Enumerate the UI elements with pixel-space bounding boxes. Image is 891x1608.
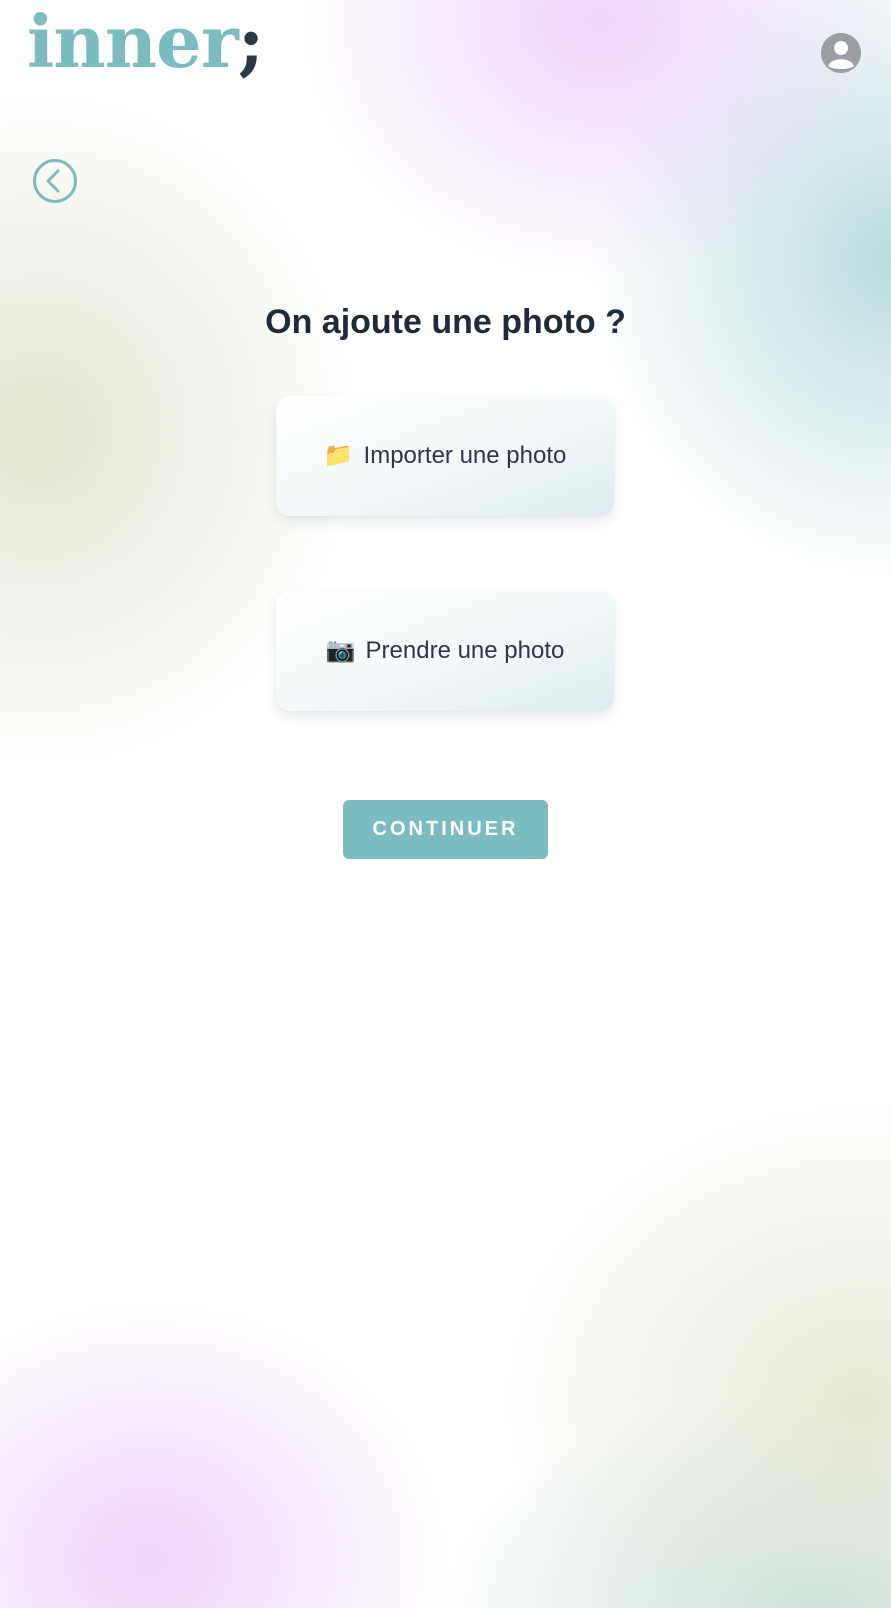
user-circle-icon bbox=[821, 33, 861, 73]
page-title: On ajoute une photo ? bbox=[265, 302, 626, 341]
profile-button[interactable] bbox=[821, 33, 861, 73]
chevron-left-circle-icon bbox=[33, 159, 77, 203]
import-photo-button[interactable]: 📁 Importer une photo bbox=[276, 396, 614, 516]
take-photo-label: Prendre une photo bbox=[365, 637, 565, 664]
app-logo: inner; bbox=[27, 6, 264, 78]
continue-button[interactable]: CONTINUER bbox=[343, 800, 548, 859]
app-header: inner; bbox=[0, 0, 891, 110]
camera-icon: 📷 bbox=[325, 637, 356, 664]
back-button[interactable] bbox=[32, 158, 78, 204]
logo-text: inner bbox=[27, 0, 239, 84]
folder-icon: 📁 bbox=[323, 442, 354, 469]
take-photo-button[interactable]: 📷 Prendre une photo bbox=[276, 591, 614, 711]
import-photo-label: Importer une photo bbox=[363, 442, 567, 469]
logo-semicolon: ; bbox=[237, 0, 265, 84]
